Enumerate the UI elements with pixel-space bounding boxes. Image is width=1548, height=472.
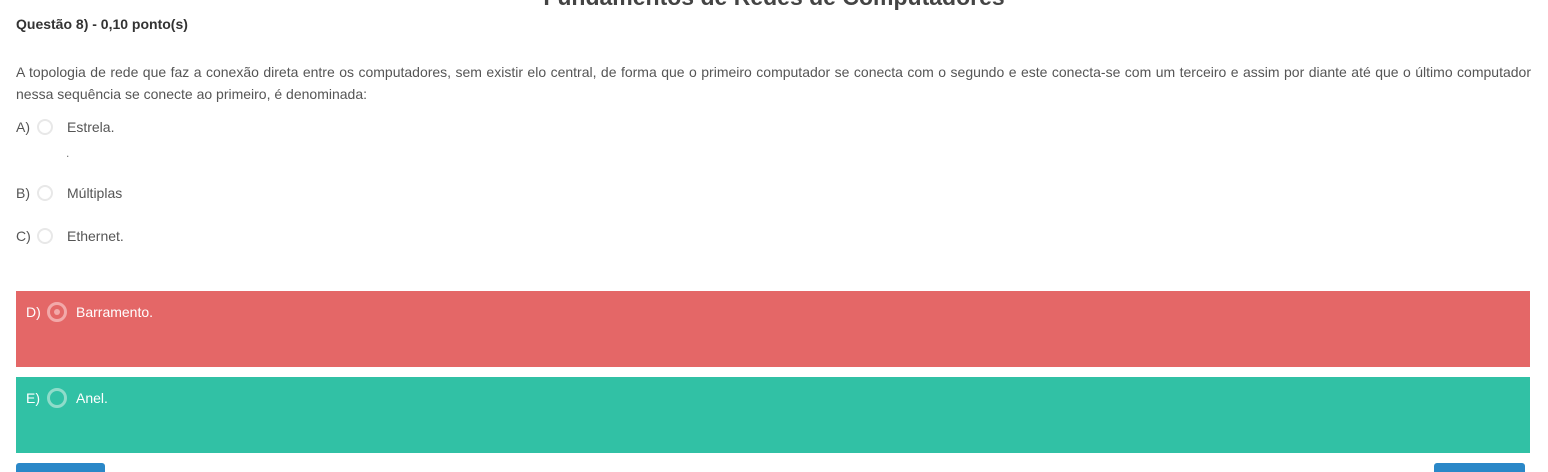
option-letter: A) bbox=[16, 119, 30, 135]
option-label: Estrela. bbox=[67, 119, 115, 135]
option-label: Barramento. bbox=[76, 304, 154, 320]
next-question-button[interactable] bbox=[1434, 463, 1525, 472]
option-letter: E) bbox=[26, 390, 40, 406]
option-b[interactable]: B) Múltiplas bbox=[16, 183, 122, 203]
option-label: Anel. bbox=[76, 390, 108, 406]
option-letter: D) bbox=[26, 304, 41, 320]
radio-button-icon[interactable] bbox=[47, 388, 67, 408]
option-a[interactable]: A) Estrela. bbox=[16, 117, 114, 137]
option-letter: C) bbox=[16, 228, 31, 244]
radio-button-icon[interactable] bbox=[37, 119, 53, 135]
previous-question-button[interactable] bbox=[16, 463, 105, 472]
question-text: A topologia de rede que faz a conexão di… bbox=[16, 64, 1531, 102]
radio-selected-icon[interactable] bbox=[47, 302, 67, 322]
option-d-wrong-answer[interactable]: D) Barramento. bbox=[16, 291, 1530, 367]
question-heading: Questão 8) - 0,10 ponto(s) bbox=[16, 16, 188, 32]
radio-button-icon[interactable] bbox=[37, 228, 53, 244]
option-a-subtext: . bbox=[66, 146, 70, 160]
option-label: Múltiplas bbox=[67, 185, 123, 201]
option-label: Ethernet. bbox=[67, 228, 124, 244]
radio-button-icon[interactable] bbox=[37, 185, 53, 201]
option-letter: B) bbox=[16, 185, 30, 201]
course-title: Fundamentos de Redes de Computadores bbox=[0, 0, 1548, 11]
option-c[interactable]: C) Ethernet. bbox=[16, 226, 124, 246]
option-e-correct-answer[interactable]: E) Anel. bbox=[16, 377, 1530, 453]
quiz-page: Fundamentos de Redes de Computadores Que… bbox=[0, 0, 1548, 472]
